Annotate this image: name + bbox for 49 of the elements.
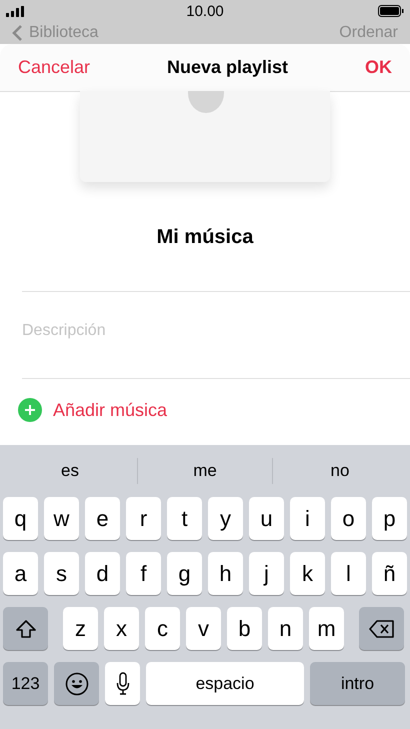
dictation-key[interactable] <box>105 662 140 705</box>
letter-key[interactable]: w <box>44 497 79 540</box>
letter-key[interactable]: i <box>290 497 325 540</box>
status-time: 10.00 <box>186 2 224 20</box>
space-key[interactable]: espacio <box>146 662 304 705</box>
return-key[interactable]: intro <box>310 662 405 705</box>
letter-key[interactable]: f <box>126 552 161 595</box>
back-chevron-icon <box>12 24 23 42</box>
letter-key[interactable]: b <box>227 607 262 650</box>
letter-key[interactable]: l <box>331 552 366 595</box>
letter-key[interactable]: q <box>3 497 38 540</box>
shift-key[interactable] <box>3 607 48 650</box>
letter-key[interactable]: d <box>85 552 120 595</box>
emoji-key[interactable] <box>54 662 99 705</box>
letter-key[interactable]: v <box>186 607 221 650</box>
delete-icon <box>368 620 394 638</box>
letter-key[interactable]: z <box>63 607 98 650</box>
letter-key[interactable]: h <box>208 552 243 595</box>
suggestion[interactable]: me <box>138 461 272 481</box>
letter-key[interactable]: c <box>145 607 180 650</box>
delete-key[interactable] <box>359 607 404 650</box>
letter-key[interactable]: t <box>167 497 202 540</box>
letter-key[interactable]: g <box>167 552 202 595</box>
letter-key[interactable]: ñ <box>372 552 407 595</box>
letter-key[interactable]: u <box>249 497 284 540</box>
suggestion[interactable]: no <box>273 461 407 481</box>
sheet-title: Nueva playlist <box>166 57 288 78</box>
letter-key[interactable]: n <box>268 607 303 650</box>
cancel-button[interactable]: Cancelar <box>18 57 90 78</box>
letter-key[interactable]: r <box>126 497 161 540</box>
letter-key[interactable]: o <box>331 497 366 540</box>
letter-key[interactable]: a <box>3 552 38 595</box>
letter-key[interactable]: s <box>44 552 79 595</box>
battery-icon <box>378 5 404 17</box>
letter-key[interactable]: x <box>104 607 139 650</box>
suggestion[interactable]: es <box>3 461 137 481</box>
letter-key[interactable]: p <box>372 497 407 540</box>
add-music-button[interactable]: Añadir música <box>53 400 168 420</box>
ok-button[interactable]: OK <box>364 57 392 78</box>
smiley-icon <box>64 672 88 696</box>
numbers-key[interactable]: 123 <box>3 662 48 705</box>
letter-key[interactable]: y <box>208 497 243 540</box>
shift-arrow-icon <box>14 618 36 638</box>
signal-icon <box>6 6 24 16</box>
letter-key[interactable]: m <box>309 607 344 650</box>
microphone-icon <box>116 672 130 696</box>
letter-key[interactable]: j <box>249 552 284 595</box>
letter-key[interactable]: k <box>290 552 325 595</box>
letter-key[interactable]: e <box>85 497 120 540</box>
